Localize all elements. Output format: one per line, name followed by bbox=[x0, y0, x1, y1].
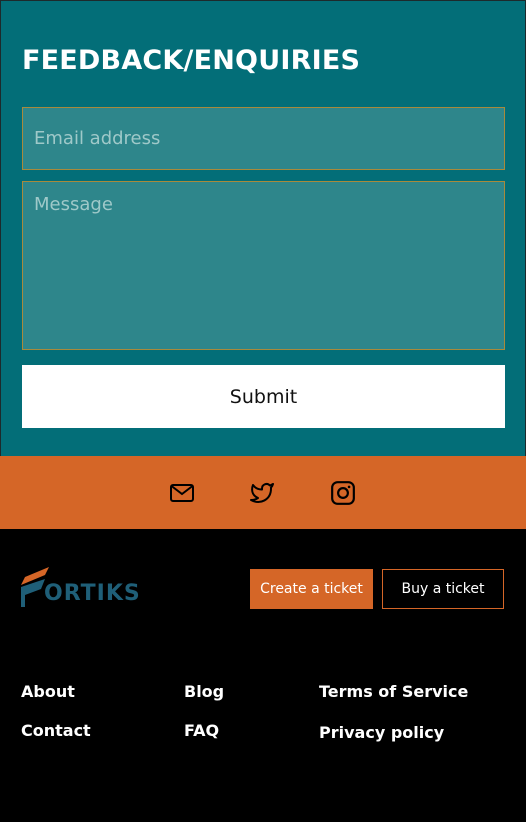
footer-link-blog[interactable]: Blog bbox=[184, 682, 224, 701]
fortiks-logo[interactable]: ORTIKS bbox=[19, 567, 141, 611]
social-bar bbox=[0, 456, 526, 529]
email-field[interactable] bbox=[22, 107, 505, 170]
submit-button[interactable]: Submit bbox=[22, 365, 505, 428]
site-footer: ORTIKS Create a ticket Buy a ticket Abou… bbox=[0, 529, 526, 822]
instagram-icon[interactable] bbox=[328, 478, 358, 508]
message-field[interactable] bbox=[22, 181, 505, 350]
feedback-section: FEEDBACK/ENQUIRIES Submit bbox=[0, 0, 526, 456]
mail-icon[interactable] bbox=[167, 478, 197, 508]
footer-link-privacy[interactable]: Privacy policy bbox=[319, 723, 444, 742]
footer-link-contact[interactable]: Contact bbox=[21, 721, 91, 740]
footer-link-about[interactable]: About bbox=[21, 682, 75, 701]
logo-text: ORTIKS bbox=[44, 581, 141, 606]
create-ticket-button[interactable]: Create a ticket bbox=[250, 569, 373, 609]
footer-link-faq[interactable]: FAQ bbox=[184, 721, 219, 740]
buy-ticket-button[interactable]: Buy a ticket bbox=[382, 569, 504, 609]
footer-link-terms[interactable]: Terms of Service bbox=[319, 682, 468, 701]
twitter-icon[interactable] bbox=[247, 478, 277, 508]
feedback-title: FEEDBACK/ENQUIRIES bbox=[22, 45, 361, 76]
